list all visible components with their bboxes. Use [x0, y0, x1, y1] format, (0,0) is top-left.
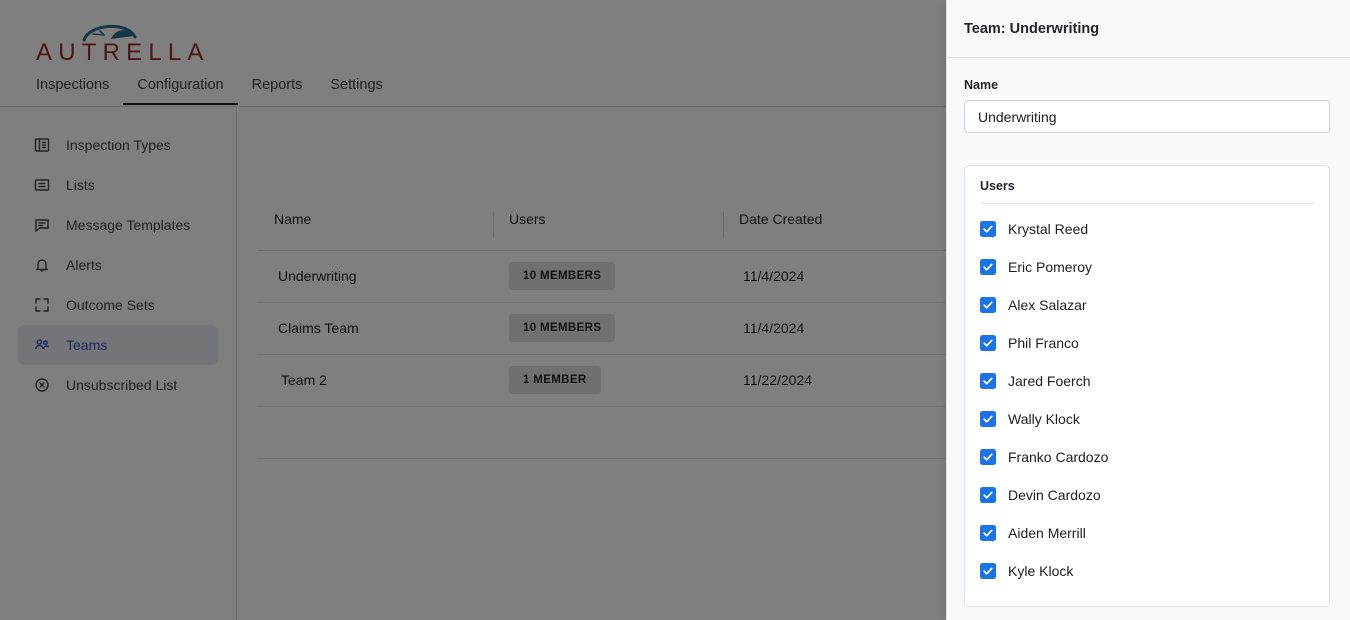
cell-team-name: Team 2 — [258, 354, 493, 407]
cell-team-name: Underwriting — [258, 250, 493, 303]
checkbox-checked-icon[interactable] — [980, 563, 996, 579]
sidebar-item-label: Message Templates — [66, 217, 191, 233]
checkbox-checked-icon[interactable] — [980, 297, 996, 313]
sidebar-item-lists[interactable]: Lists — [18, 165, 218, 205]
users-divider — [980, 203, 1314, 204]
tab-configuration[interactable]: Configuration — [123, 77, 238, 105]
checkbox-checked-icon[interactable] — [980, 335, 996, 351]
user-checkbox-row[interactable]: Aiden Merrill — [980, 514, 1314, 552]
column-header-name[interactable]: Name — [258, 210, 493, 251]
users-card-title: Users — [980, 179, 1015, 193]
checkbox-checked-icon[interactable] — [980, 525, 996, 541]
app-root: AUTRELLA Inspections Configuration Repor… — [0, 0, 1350, 620]
panel-body: Name Users Krystal Reed Eric Pomeroy Ale… — [947, 58, 1350, 607]
user-name-label: Franko Cardozo — [1008, 449, 1109, 465]
list-box-icon — [33, 176, 51, 194]
user-checkbox-row[interactable]: Krystal Reed — [980, 210, 1314, 248]
checkbox-checked-icon[interactable] — [980, 449, 996, 465]
tab-settings[interactable]: Settings — [316, 77, 396, 105]
cell-empty — [493, 406, 723, 459]
sidebar-item-unsubscribed-list[interactable]: Unsubscribed List — [18, 365, 218, 405]
sidebar-item-teams[interactable]: Teams — [18, 325, 218, 365]
team-detail-panel: Team: Underwriting Name Users Krystal Re… — [946, 0, 1350, 620]
user-name-label: Devin Cardozo — [1008, 487, 1101, 503]
sidebar-item-label: Teams — [66, 337, 108, 353]
user-name-label: Kyle Klock — [1008, 563, 1074, 579]
members-badge: 10 MEMBERS — [509, 262, 616, 290]
name-field-label: Name — [964, 78, 999, 92]
user-checkbox-row[interactable]: Phil Franco — [980, 324, 1314, 362]
user-checkbox-row[interactable]: Jared Foerch — [980, 362, 1314, 400]
message-bubble-icon — [33, 216, 51, 234]
users-card: Users Krystal Reed Eric Pomeroy Alex Sal… — [964, 165, 1330, 607]
autrella-logo[interactable]: AUTRELLA — [36, 20, 236, 66]
user-name-label: Jared Foerch — [1008, 373, 1091, 389]
checkbox-checked-icon[interactable] — [980, 221, 996, 237]
expand-arrows-icon — [33, 296, 51, 314]
logo-wordmark: AUTRELLA — [36, 39, 210, 66]
cell-users: 1 MEMBER — [493, 354, 723, 407]
sidebar-item-label: Outcome Sets — [66, 297, 155, 313]
sidebar-item-alerts[interactable]: Alerts — [18, 245, 218, 285]
user-name-label: Krystal Reed — [1008, 221, 1089, 237]
tab-inspections[interactable]: Inspections — [36, 77, 123, 105]
circle-x-icon — [33, 376, 51, 394]
panel-header: Team: Underwriting — [947, 0, 1350, 58]
user-name-label: Alex Salazar — [1008, 297, 1087, 313]
user-checkbox-row[interactable]: Kyle Klock — [980, 552, 1314, 590]
panel-title: Team: Underwriting — [964, 20, 1100, 37]
cell-users: 10 MEMBERS — [493, 302, 723, 355]
cell-team-name: Claims Team — [258, 302, 493, 355]
tab-reports[interactable]: Reports — [238, 77, 317, 105]
sidebar-item-message-templates[interactable]: Message Templates — [18, 205, 218, 245]
checkbox-checked-icon[interactable] — [980, 487, 996, 503]
checkbox-checked-icon[interactable] — [980, 411, 996, 427]
cell-users: 10 MEMBERS — [493, 250, 723, 303]
people-group-icon — [33, 336, 51, 354]
user-name-label: Wally Klock — [1008, 411, 1080, 427]
cell-empty — [258, 406, 493, 459]
user-name-label: Aiden Merrill — [1008, 525, 1086, 541]
user-name-label: Phil Franco — [1008, 335, 1079, 351]
document-list-icon — [33, 136, 51, 154]
column-header-users[interactable]: Users — [493, 210, 723, 251]
sidebar-item-label: Lists — [66, 177, 95, 193]
sidebar-item-label: Unsubscribed List — [66, 377, 178, 393]
sidebar-item-outcome-sets[interactable]: Outcome Sets — [18, 285, 218, 325]
sidebar-item-label: Inspection Types — [66, 137, 171, 153]
bell-icon — [33, 256, 51, 274]
main-nav-tabs: Inspections Configuration Reports Settin… — [36, 76, 397, 105]
user-checkbox-row[interactable]: Eric Pomeroy — [980, 248, 1314, 286]
user-name-label: Eric Pomeroy — [1008, 259, 1093, 275]
members-badge: 10 MEMBERS — [509, 314, 616, 342]
user-checkbox-row[interactable]: Alex Salazar — [980, 286, 1314, 324]
configuration-sidebar: Inspection Types Lists Message Templates… — [0, 107, 237, 620]
team-name-input[interactable] — [964, 100, 1330, 133]
checkbox-checked-icon[interactable] — [980, 373, 996, 389]
user-checkbox-row[interactable]: Wally Klock — [980, 400, 1314, 438]
user-checkbox-row[interactable]: Devin Cardozo — [980, 476, 1314, 514]
members-badge: 1 MEMBER — [509, 366, 601, 394]
sidebar-item-inspection-types[interactable]: Inspection Types — [18, 125, 218, 165]
checkbox-checked-icon[interactable] — [980, 259, 996, 275]
user-checkbox-row[interactable]: Franko Cardozo — [980, 438, 1314, 476]
sidebar-item-label: Alerts — [66, 257, 102, 273]
